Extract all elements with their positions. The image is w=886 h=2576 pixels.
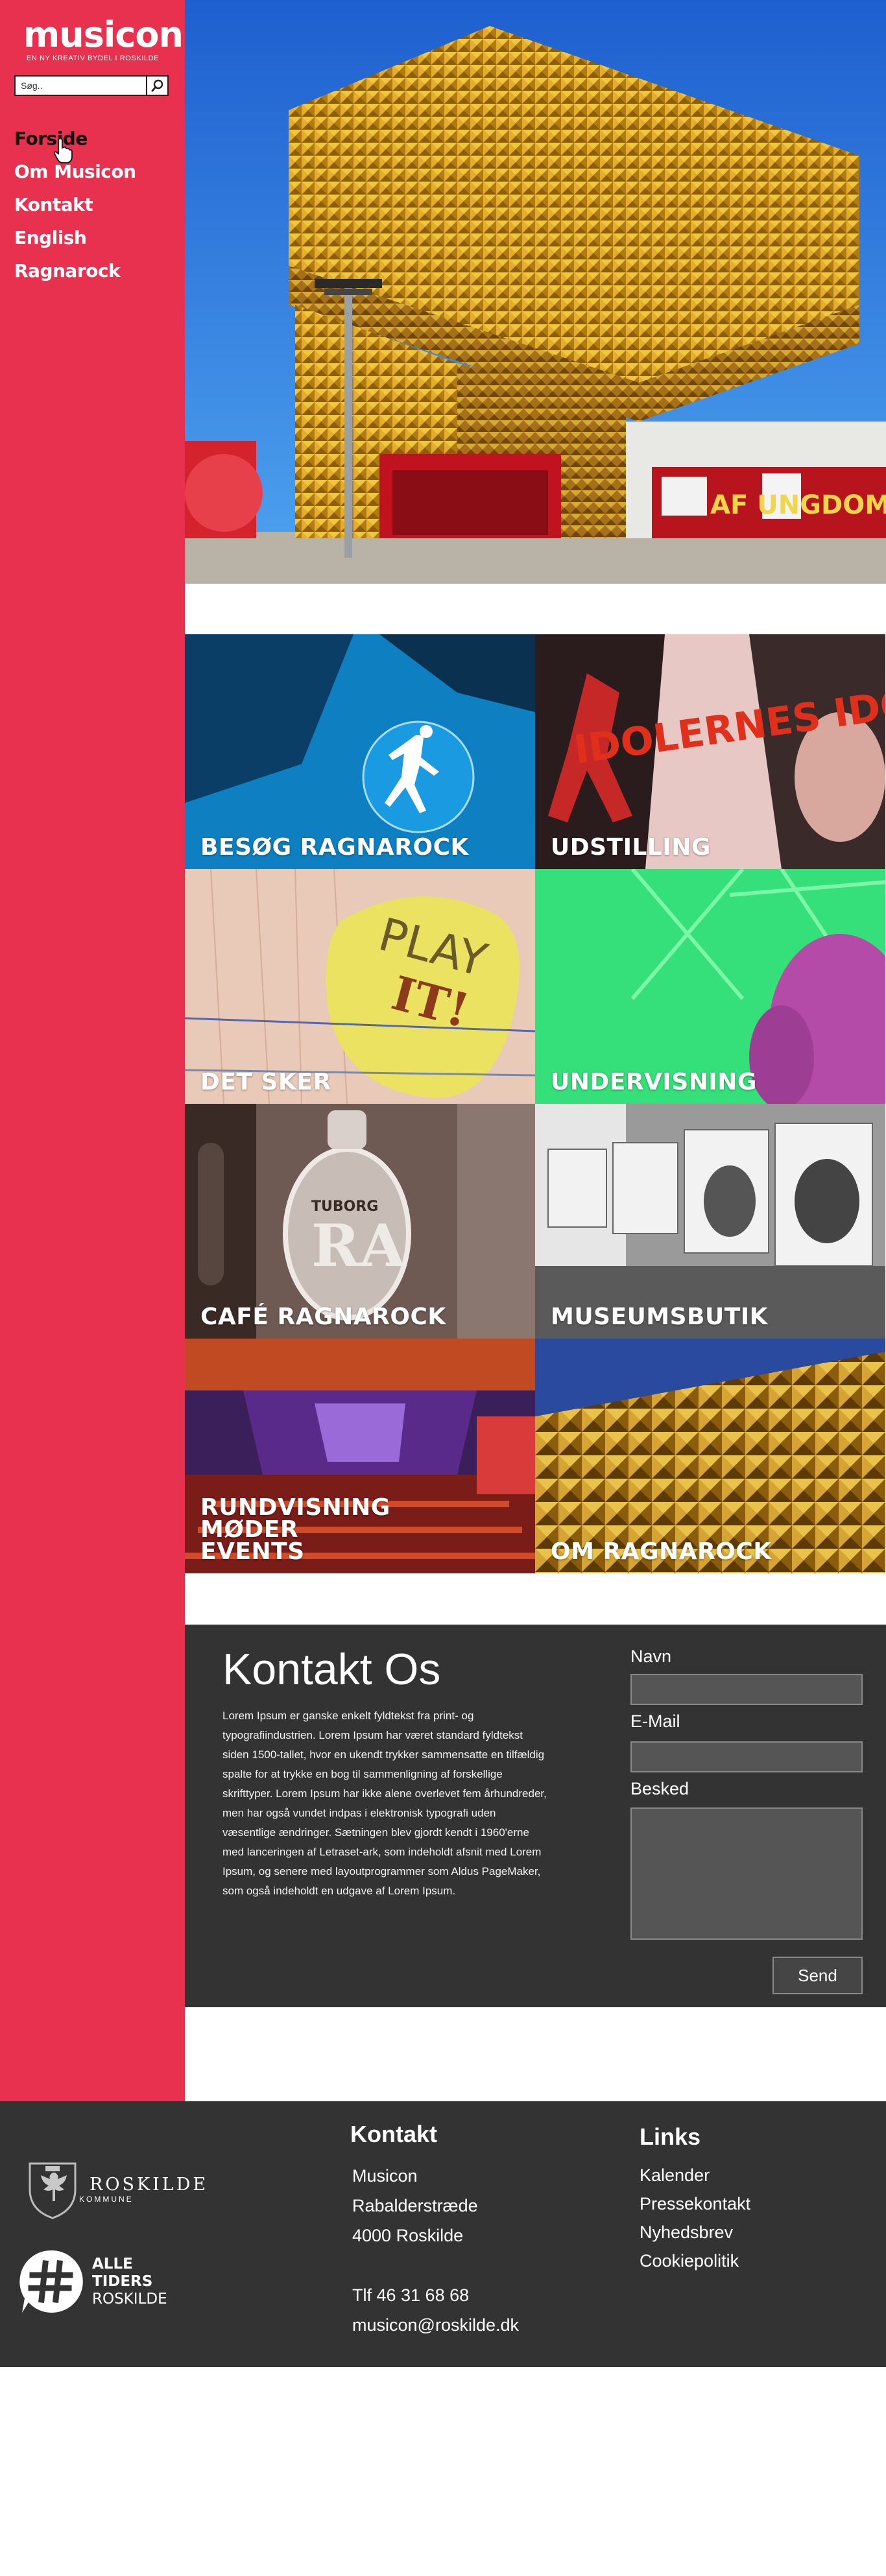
- message-label: Besked: [630, 1779, 689, 1798]
- search-icon: [151, 79, 163, 92]
- footer: ROSKILDE KOMMUNE ALLE TIDERS ROSKILDE Ko…: [0, 2101, 886, 2367]
- search-bar: [14, 75, 169, 96]
- footer-contact-line: Musicon: [352, 2166, 418, 2186]
- footer-contact-list: Musicon Rabalderstræde 4000 Roskilde Tlf…: [352, 2161, 519, 2340]
- hero-banner-text: AF UNGDOM: [710, 490, 886, 520]
- tile-rundvisning[interactable]: RUNDVISNING MØDER EVENTS: [185, 1339, 535, 1573]
- send-button[interactable]: Send: [772, 1957, 863, 1994]
- tile-label: MUSEUMSBUTIK: [551, 1304, 769, 1330]
- search-button[interactable]: [146, 75, 169, 96]
- footer-links-title: Links: [640, 2123, 701, 2150]
- tile-cafe-ragnarock[interactable]: TUBORG RA CAFÉ RAGNAROCK: [185, 1104, 535, 1339]
- musicon-logo[interactable]: musicon EN NY KREATIV BYDEL I ROSKILDE: [23, 14, 184, 63]
- tile-label: BESØG RAGNAROCK: [200, 834, 469, 861]
- tile-label: UDSTILLING: [551, 834, 711, 861]
- alle-tiders-roskilde-logo[interactable]: ALLE TIDERS ROSKILDE: [18, 2248, 167, 2315]
- sidebar: musicon EN NY KREATIV BYDEL I ROSKILDE F…: [0, 0, 185, 2101]
- tile-det-sker[interactable]: PLAY IT! DET SKER: [185, 869, 535, 1104]
- tile-label: DET SKER: [200, 1069, 331, 1095]
- footer-link-nyhedsbrev[interactable]: Nyhedsbrev: [640, 2218, 750, 2247]
- roskilde-kommune-logo[interactable]: ROSKILDE KOMMUNE: [26, 2160, 208, 2219]
- main-nav: Forside Om Musicon Kontakt English Ragna…: [14, 122, 136, 287]
- tile-label: OM RAGNAROCK: [551, 1538, 772, 1565]
- tile-label: CAFÉ RAGNAROCK: [200, 1304, 446, 1330]
- footer-contact-line: Rabalderstræde: [352, 2196, 478, 2215]
- footer-contact-phone: Tlf 46 31 68 68: [352, 2285, 470, 2305]
- footer-contact-email[interactable]: musicon@roskilde.dk: [352, 2310, 519, 2340]
- tile-label: RUNDVISNING MØDER EVENTS: [200, 1494, 390, 1565]
- logo-wordmark: musicon: [23, 14, 184, 55]
- name-label: Navn: [630, 1647, 672, 1666]
- tile-grid: BESØG RAGNAROCK IDOLERNES IDOLER UDSTILL…: [185, 634, 886, 1575]
- hashtag-icon: [19, 2250, 83, 2313]
- nav-item-kontakt[interactable]: Kontakt: [14, 188, 136, 221]
- tile-om-ragnarock[interactable]: OM RAGNAROCK: [535, 1339, 885, 1573]
- contact-section: Kontakt Os Lorem Ipsum er ganske enkelt …: [185, 1625, 886, 2007]
- nav-item-label: Om Musicon: [14, 161, 136, 182]
- svg-text:RA: RA: [311, 1211, 406, 1280]
- name-field[interactable]: [630, 1674, 863, 1705]
- hero-image: AF UNGDOM: [185, 0, 886, 584]
- message-field[interactable]: [630, 1807, 863, 1940]
- tile-undervisning[interactable]: UNDERVISNING: [535, 869, 885, 1104]
- footer-link-cookiepolitik[interactable]: Cookiepolitik: [640, 2247, 750, 2275]
- logo-tagline: EN NY KREATIV BYDEL I ROSKILDE: [26, 54, 160, 62]
- tile-udstilling[interactable]: IDOLERNES IDOLER UDSTILLING: [535, 634, 885, 869]
- alletiders-line1: ALLE: [92, 2255, 133, 2272]
- nav-item-forside[interactable]: Forside: [14, 122, 136, 163]
- nav-item-label: Kontakt: [14, 194, 93, 215]
- alletiders-line2: TIDERS: [92, 2272, 153, 2290]
- contact-title: Kontakt Os: [222, 1645, 441, 1694]
- footer-links-list: Kalender Pressekontakt Nyhedsbrev Cookie…: [640, 2161, 750, 2275]
- alletiders-line3: ROSKILDE: [92, 2290, 167, 2308]
- roskilde-sub: KOMMUNE: [79, 2195, 134, 2204]
- coat-of-arms-icon: [29, 2162, 77, 2219]
- footer-contact-title: Kontakt: [350, 2121, 437, 2147]
- tile-besog-ragnarock[interactable]: BESØG RAGNAROCK: [185, 634, 535, 869]
- footer-link-pressekontakt[interactable]: Pressekontakt: [640, 2189, 750, 2218]
- contact-body-text: Lorem Ipsum er ganske enkelt fyldtekst f…: [222, 1710, 547, 1897]
- tile-museumsbutik[interactable]: MUSEUMSBUTIK: [535, 1104, 885, 1339]
- nav-item-english[interactable]: English: [14, 221, 136, 254]
- nav-item-label: Forside: [14, 128, 88, 149]
- footer-link-kalender[interactable]: Kalender: [640, 2161, 750, 2189]
- footer-contact-spacer: [352, 2250, 519, 2280]
- search-input[interactable]: [14, 75, 146, 96]
- nav-item-om-musicon[interactable]: Om Musicon: [14, 155, 136, 188]
- email-field[interactable]: [630, 1741, 863, 1772]
- tile-label: UNDERVISNING: [551, 1069, 757, 1095]
- roskilde-name: ROSKILDE: [90, 2175, 209, 2195]
- footer-contact-line: 4000 Roskilde: [352, 2226, 464, 2245]
- email-label: E-Mail: [630, 1711, 680, 1731]
- nav-item-ragnarock[interactable]: Ragnarock: [14, 254, 136, 287]
- nav-item-label: English: [14, 227, 87, 248]
- nav-item-label: Ragnarock: [14, 260, 121, 281]
